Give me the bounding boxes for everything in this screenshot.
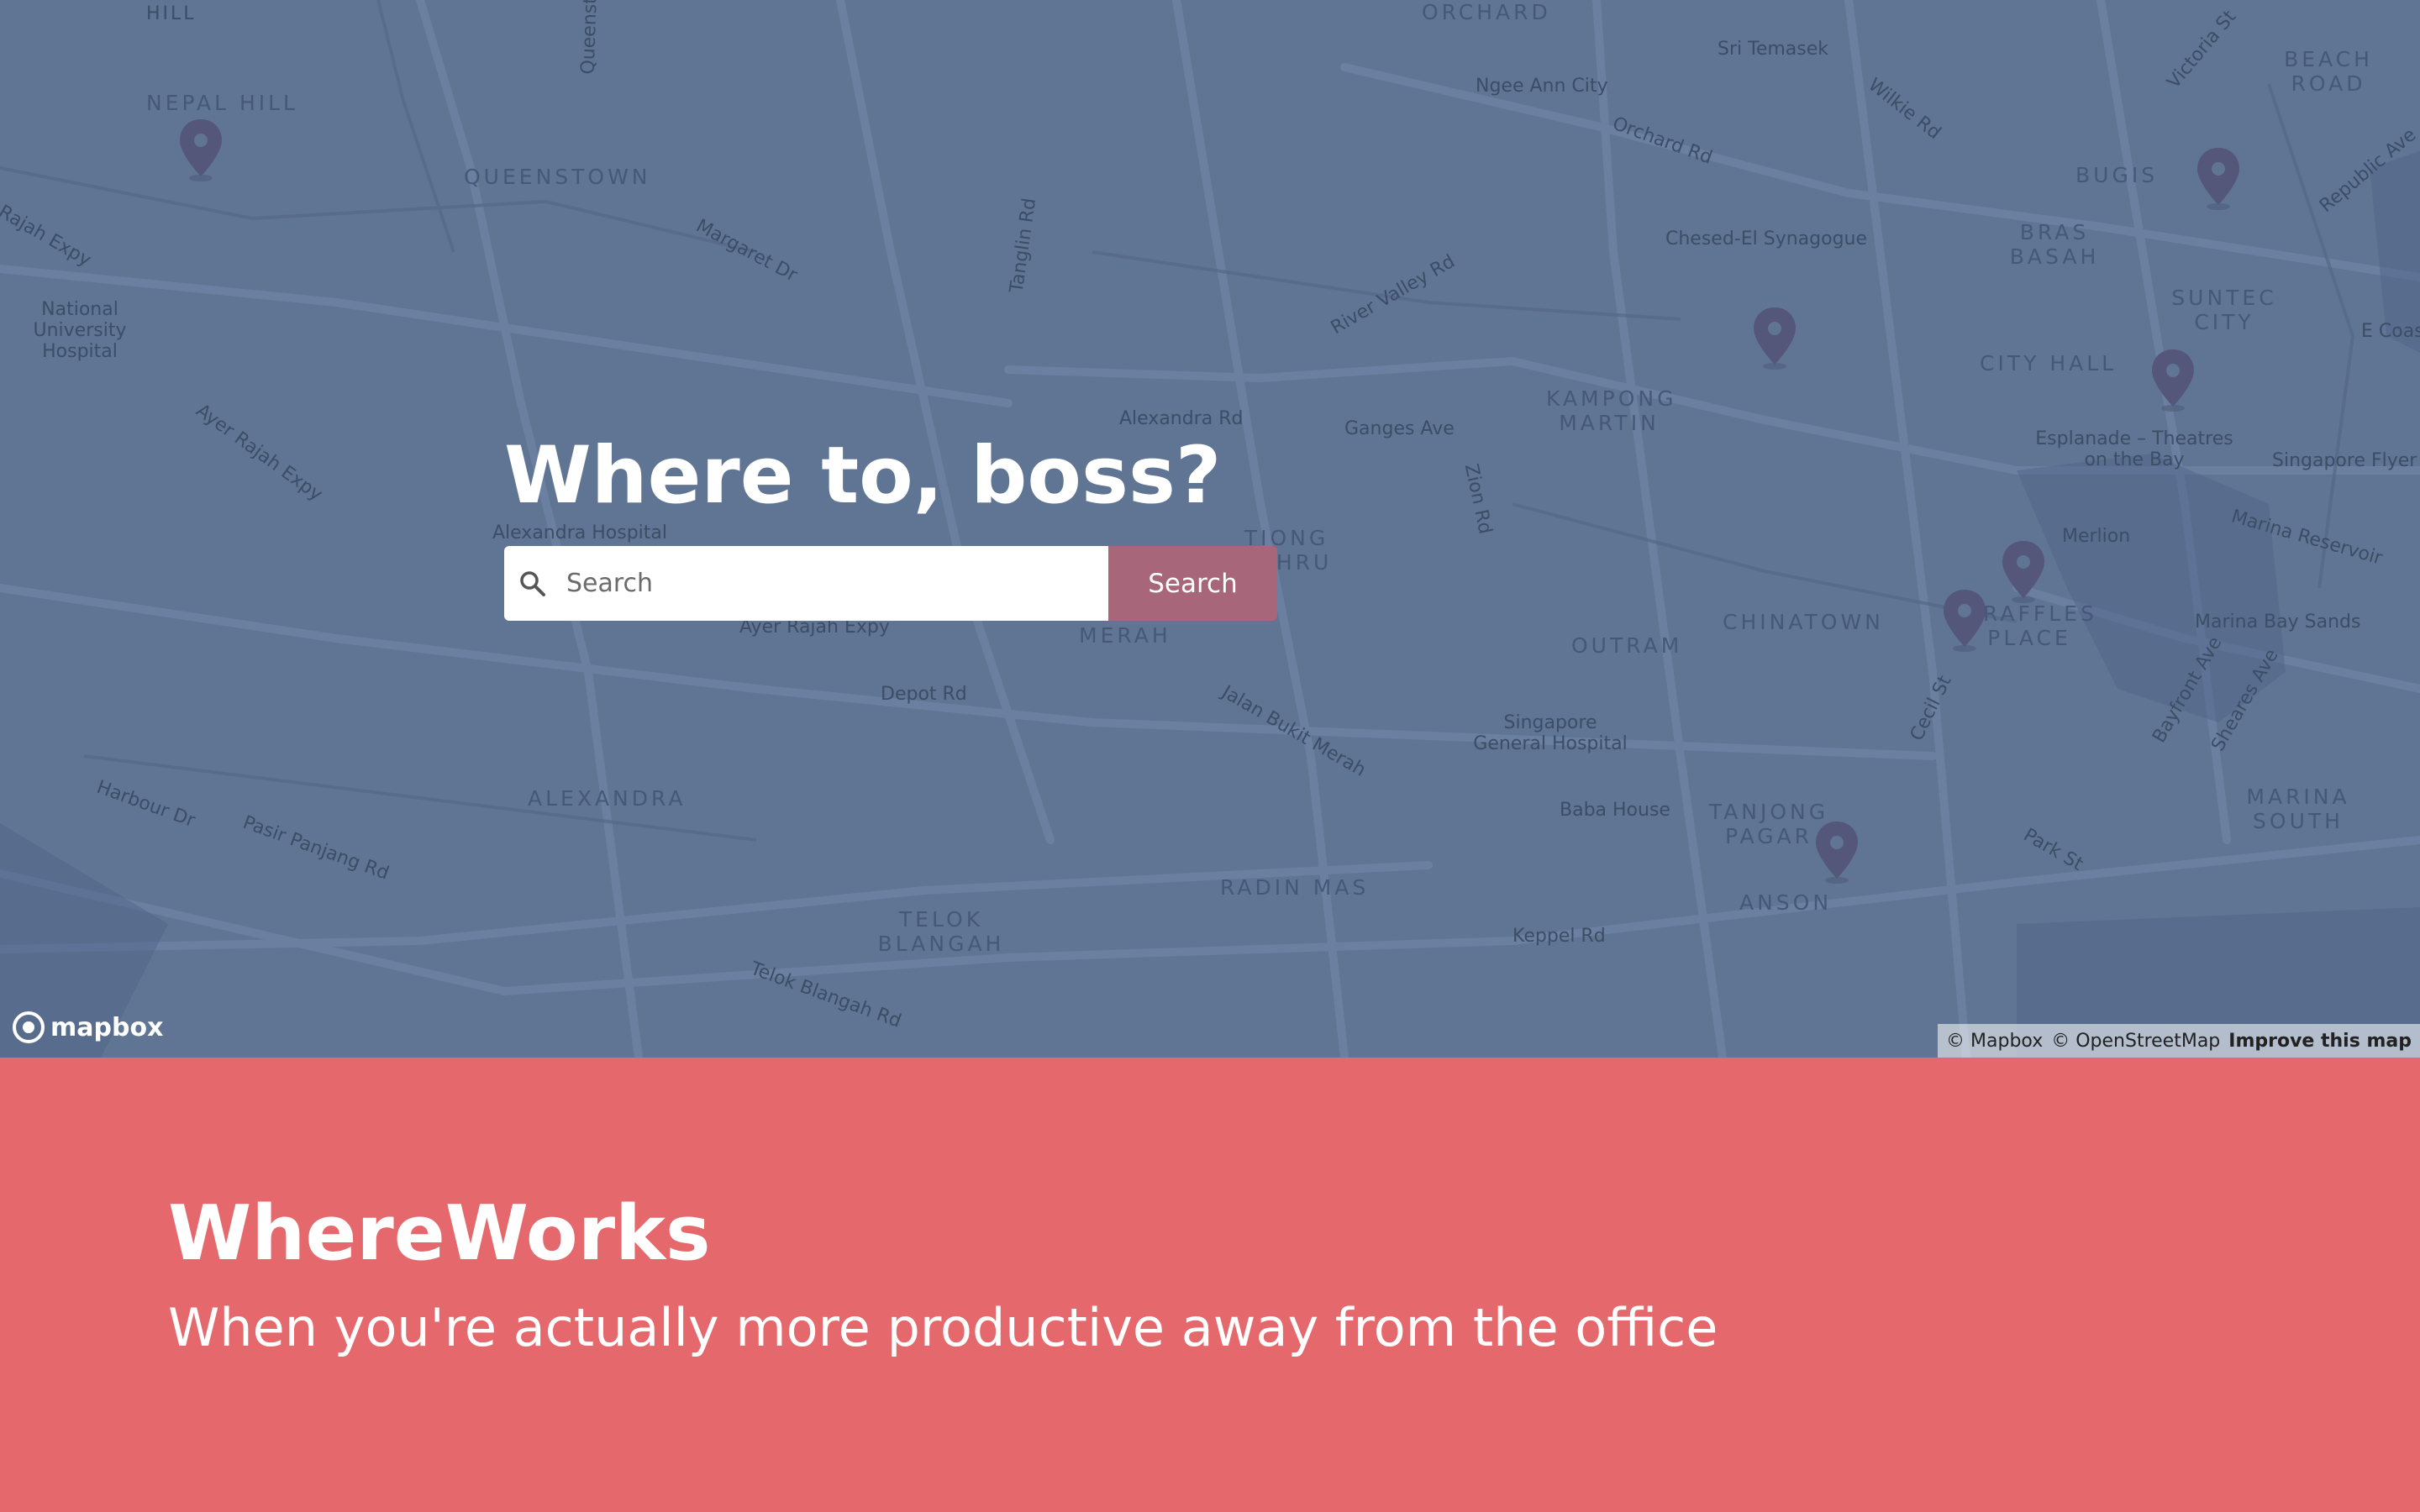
- map-label: CITY HALL: [1980, 351, 2118, 375]
- map-label: BUGIS: [2075, 163, 2159, 187]
- map-label: BEACH ROAD: [2284, 47, 2373, 96]
- mapbox-logo[interactable]: mapbox: [12, 1011, 163, 1044]
- map-label: National University Hospital: [33, 299, 127, 362]
- map-pin-icon[interactable]: [2000, 539, 2047, 605]
- map-label: Merlion: [2062, 526, 2131, 547]
- search-icon: [520, 570, 545, 596]
- map-label: OUTRAM: [1571, 633, 1683, 658]
- map-label: Sri Temasek: [1718, 39, 1828, 60]
- map-label: Depot Rd: [881, 684, 967, 705]
- map-pin-icon[interactable]: [1751, 306, 1798, 371]
- map-label: QUEENSTOWN: [464, 165, 651, 189]
- map-label: Singapore Flyer: [2272, 450, 2417, 471]
- map-label: Keppel Rd: [1512, 926, 1606, 947]
- search-button[interactable]: Search: [1108, 546, 1277, 621]
- map-label: NEPAL HILL: [146, 91, 298, 115]
- map-attribution: © Mapbox © OpenStreetMap Improve this ma…: [1938, 1024, 2420, 1058]
- map-view[interactable]: HILL NEPAL HILL QUEENSTOWN Queenstown Ma…: [0, 0, 2420, 1058]
- map-label: SUNTEC CITY: [2171, 286, 2277, 334]
- map-label: RAFFLES PLACE: [1983, 601, 2097, 650]
- map-label: Queenstown: [577, 0, 603, 75]
- map-label: Baba House: [1560, 800, 1670, 821]
- map-label: E Coast: [2361, 321, 2420, 342]
- map-pin-icon[interactable]: [2195, 146, 2242, 212]
- map-label: ALEXANDRA: [528, 786, 687, 811]
- map-label: Ganges Ave: [1344, 418, 1455, 439]
- footer-banner: WhereWorks When you're actually more pro…: [0, 1058, 2420, 1512]
- map-label: ANSON: [1739, 890, 1833, 915]
- search-box[interactable]: [504, 546, 1108, 621]
- map-label: Singapore General Hospital: [1473, 712, 1628, 754]
- mapbox-logo-text: mapbox: [50, 1012, 164, 1042]
- map-label: Esplanade – Theatres on the Bay: [2035, 428, 2233, 470]
- map-label: HILL: [146, 3, 197, 24]
- brand-name: WhereWorks: [168, 1189, 711, 1278]
- map-label: ORCHARD: [1422, 0, 1551, 24]
- map-pin-icon[interactable]: [1813, 820, 1860, 885]
- map-label: RADIN MAS: [1220, 875, 1370, 900]
- mapbox-logo-icon: [13, 1011, 45, 1043]
- map-label: Ngee Ann City: [1476, 76, 1608, 97]
- brand-tagline: When you're actually more productive awa…: [168, 1297, 1718, 1358]
- map-label: KAMPONG MARTIN: [1546, 386, 1677, 435]
- map-label: BRAS BASAH: [2009, 220, 2100, 269]
- map-label: Chesed-El Synagogue: [1665, 228, 1868, 249]
- map-pin-icon[interactable]: [2149, 348, 2196, 413]
- search-input[interactable]: [565, 568, 1072, 599]
- attribution-mapbox-link[interactable]: © Mapbox: [1946, 1031, 2043, 1052]
- attribution-osm-link[interactable]: © OpenStreetMap: [2051, 1031, 2220, 1052]
- map-pin-icon[interactable]: [1941, 588, 1988, 654]
- map-label: TELOK BLANGAH: [877, 907, 1005, 956]
- map-label: CHINATOWN: [1723, 610, 1884, 634]
- improve-map-link[interactable]: Improve this map: [2228, 1031, 2412, 1052]
- map-label: Alexandra Rd: [1119, 408, 1244, 429]
- map-label: Marina Bay Sands: [2195, 612, 2361, 633]
- map-roads: [0, 0, 2420, 1058]
- hero-title: Where to, boss?: [504, 430, 1222, 522]
- map-label: MARINA SOUTH: [2246, 785, 2350, 833]
- map-label: MERAH: [1079, 623, 1171, 648]
- map-pin-icon[interactable]: [177, 118, 224, 183]
- map-label: Alexandra Hospital: [492, 522, 668, 543]
